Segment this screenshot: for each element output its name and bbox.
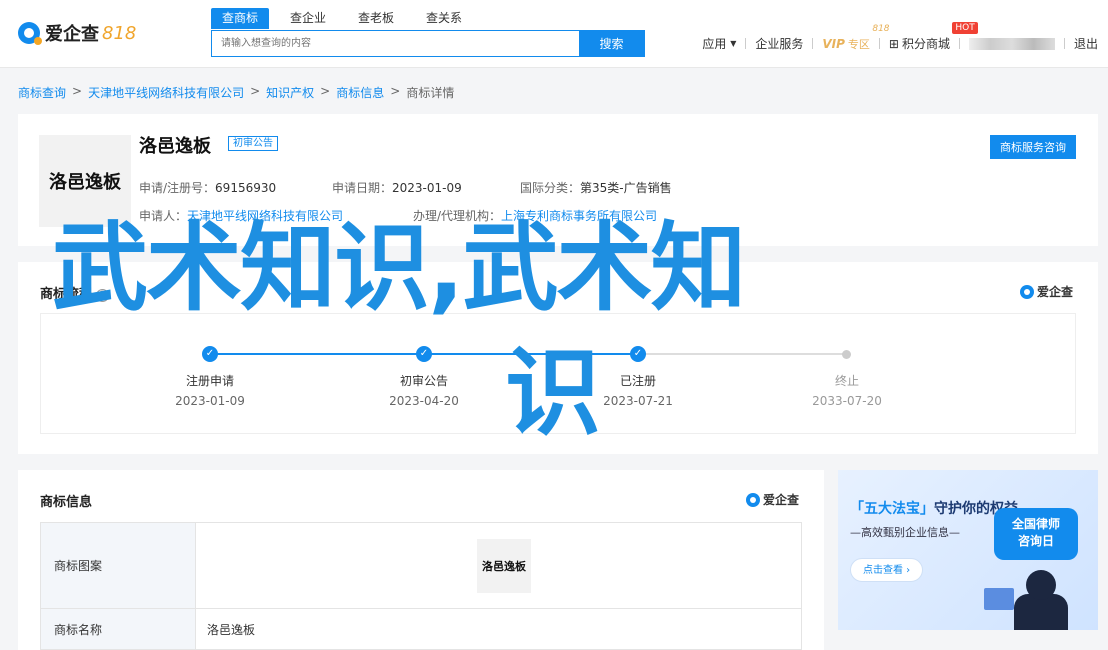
nav-app-label: 应用 xyxy=(702,37,727,51)
breadcrumb-current: 商标详情 xyxy=(406,86,455,100)
logo-text: 爱企查 xyxy=(45,24,99,45)
class-value: 第35类-广告销售 xyxy=(580,181,672,195)
tab-boss[interactable]: 查老板 xyxy=(347,8,405,29)
class-label: 国际分类： xyxy=(520,181,581,195)
step-date: 2023-07-21 xyxy=(603,394,673,408)
search-input[interactable] xyxy=(212,31,579,56)
brand-logo-icon xyxy=(1020,284,1034,299)
step-label: 已注册 xyxy=(619,374,656,388)
promo-subtitle: —高效甄别企业信息— xyxy=(850,526,960,539)
apply-date-value: 2023-01-09 xyxy=(392,181,462,195)
step-date: 2023-01-09 xyxy=(175,394,245,408)
breadcrumb-trademark-info[interactable]: 商标信息 xyxy=(336,84,384,101)
step-date: 2023-04-20 xyxy=(389,394,459,408)
process-brand-text: 爱企查 xyxy=(1037,285,1074,299)
logo-number: 818 xyxy=(102,22,137,44)
apply-date-field: 申请日期：2023-01-09 xyxy=(332,179,462,196)
step-pending-icon xyxy=(842,350,851,359)
reg-no-field: 申请/注册号：69156930 xyxy=(139,179,276,196)
search-box: 搜索 xyxy=(211,30,645,57)
breadcrumb-company[interactable]: 天津地平线网络科技有限公司 xyxy=(88,84,244,101)
trademark-name: 洛邑逸板 xyxy=(139,136,211,157)
brand-logo-icon xyxy=(746,492,760,507)
promo-title: 「五大法宝」守护你的权益 xyxy=(850,498,1018,518)
breadcrumb-ip[interactable]: 知识产权 xyxy=(266,84,314,101)
promo-view-button[interactable]: 点击查看 › xyxy=(850,558,924,582)
reg-no-label: 申请/注册号： xyxy=(139,181,216,195)
nav-app[interactable]: 应用 ▼ xyxy=(702,35,736,52)
consult-button[interactable]: 商标服务咨询 xyxy=(990,135,1076,159)
row-label: 商标名称 xyxy=(41,609,196,649)
breadcrumb-trademark-search[interactable]: 商标查询 xyxy=(18,84,66,101)
logo-icon xyxy=(18,22,42,45)
step-date: 2033-07-20 xyxy=(812,394,882,408)
status-badge: 初审公告 xyxy=(228,136,278,151)
breadcrumb-separator: > xyxy=(72,84,83,98)
row-value: 洛邑逸板 xyxy=(207,622,256,637)
apply-date-label: 申请日期： xyxy=(332,181,393,195)
detail-brand-text: 爱企查 xyxy=(763,493,800,507)
reg-no-value: 69156930 xyxy=(215,181,277,195)
nav-divider xyxy=(812,38,814,49)
top-nav: 应用 ▼ 企业服务 VIP 专区 ⊞ 积分商城 退出 818 HOT xyxy=(702,22,1098,52)
step-check-icon: ✓ xyxy=(202,346,218,362)
promo-bubble-line2: 咨询日 xyxy=(1017,534,1054,548)
search-button[interactable]: 搜索 xyxy=(579,31,644,56)
detail-brand: 爱企查 xyxy=(746,491,799,508)
lawyer-illustration-head xyxy=(1026,570,1056,600)
nav-divider xyxy=(745,38,747,49)
nav-divider xyxy=(878,38,880,49)
vip-badge: 818 xyxy=(872,24,890,34)
trademark-image: 洛邑逸板 xyxy=(477,538,531,593)
logo[interactable]: 爱企查 818 xyxy=(18,20,136,46)
breadcrumb: 商标查询 > 天津地平线网络科技有限公司 > 知识产权 > 商标信息 > 商标详… xyxy=(18,84,454,101)
table-row: 商标图案 洛邑逸板 xyxy=(41,523,801,609)
tab-trademark[interactable]: 查商标 xyxy=(211,8,270,29)
promo-bubble: 全国律师 咨询日 xyxy=(994,508,1078,560)
tab-company[interactable]: 查企业 xyxy=(279,8,337,29)
watermark-text-line2: 识 xyxy=(505,337,601,449)
promo-title-highlight: 「五大法宝」 xyxy=(850,501,934,517)
trademark-detail-card: 商标信息 爱企查 商标图案 洛邑逸板 商标名称 洛邑逸板 xyxy=(18,470,824,650)
vip-zone-label: 专区 xyxy=(847,37,870,51)
gift-icon: ⊞ xyxy=(888,36,899,51)
step-label: 初审公告 xyxy=(399,374,448,388)
step-check-icon: ✓ xyxy=(416,346,432,362)
breadcrumb-separator: > xyxy=(320,84,331,98)
process-brand: 爱企查 xyxy=(1020,283,1073,300)
step-label: 注册申请 xyxy=(185,374,234,388)
detail-table: 商标图案 洛邑逸板 商标名称 洛邑逸板 xyxy=(40,522,802,650)
search-tabs: 查商标 查企业 查老板 查关系 xyxy=(211,8,483,29)
user-name[interactable] xyxy=(968,37,1055,50)
promo-bubble-line1: 全国律师 xyxy=(1011,517,1060,531)
nav-service[interactable]: 企业服务 xyxy=(755,35,803,52)
nav-points[interactable]: ⊞ 积分商城 xyxy=(889,35,950,52)
step-check-icon: ✓ xyxy=(630,346,646,362)
breadcrumb-separator: > xyxy=(390,84,401,98)
promo-banner[interactable]: 「五大法宝」守护你的权益 —高效甄别企业信息— 点击查看 › 全国律师 咨询日 xyxy=(838,470,1098,630)
nav-logout[interactable]: 退出 xyxy=(1074,35,1098,52)
nav-vip-zone[interactable]: VIP 专区 xyxy=(822,36,870,52)
breadcrumb-separator: > xyxy=(250,84,261,98)
vip-label: VIP xyxy=(822,36,845,51)
table-row: 商标名称 洛邑逸板 xyxy=(41,609,801,649)
detail-title: 商标信息 xyxy=(40,495,93,510)
row-value: 洛邑逸板 xyxy=(196,523,801,608)
top-header: 爱企查 818 查商标 查企业 查老板 查关系 搜索 应用 ▼ 企业服务 VIP… xyxy=(0,0,1108,68)
tab-relation[interactable]: 查关系 xyxy=(415,8,473,29)
books-illustration xyxy=(984,588,1014,610)
watermark-text-line1: 武术知识,武术知 xyxy=(52,212,746,324)
step-label: 终止 xyxy=(834,374,859,388)
timeline-track-pending xyxy=(638,353,846,355)
hot-badge: HOT xyxy=(952,22,978,34)
nav-divider xyxy=(1063,38,1065,49)
class-field: 国际分类：第35类-广告销售 xyxy=(520,179,672,196)
caret-down-icon: ▼ xyxy=(730,39,737,48)
nav-points-label: 积分商城 xyxy=(901,37,950,51)
row-label: 商标图案 xyxy=(41,523,196,608)
nav-divider xyxy=(958,38,960,49)
